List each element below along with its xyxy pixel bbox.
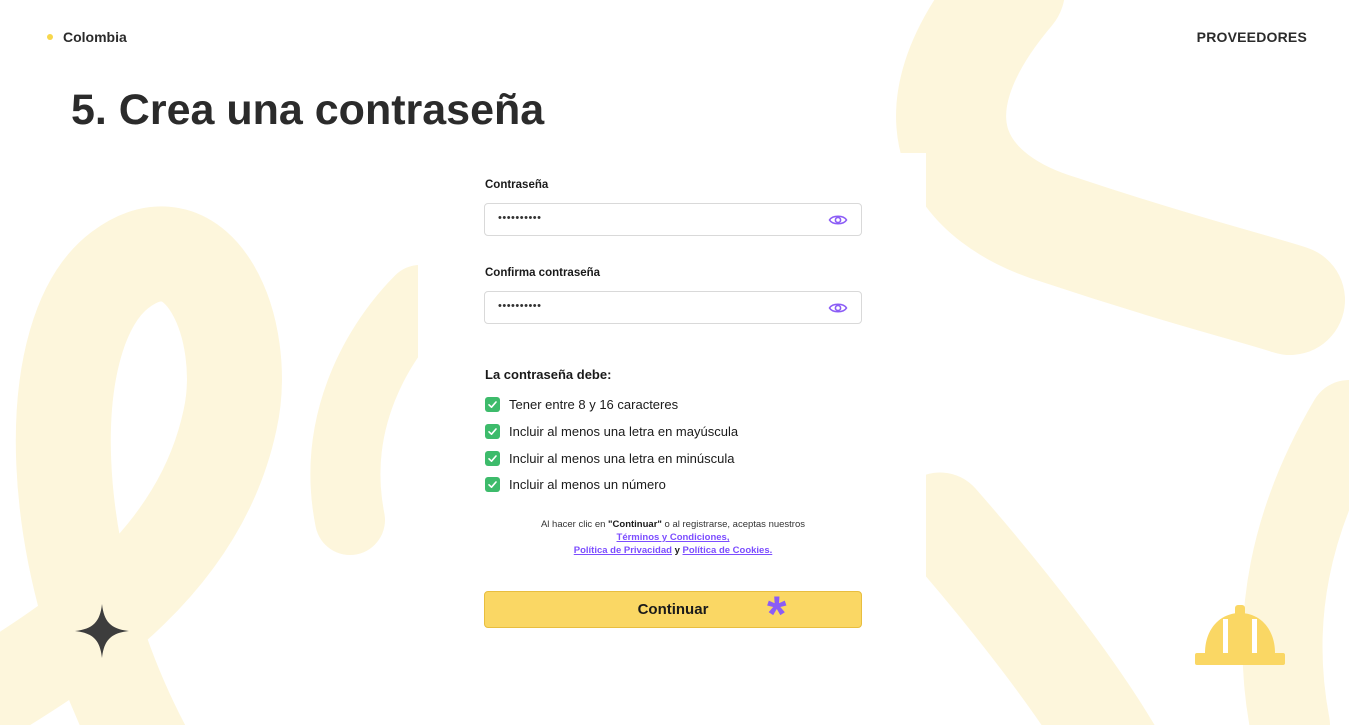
requirement-item: Tener entre 8 y 16 caracteres bbox=[485, 397, 678, 412]
confirm-password-label: Confirma contraseña bbox=[485, 267, 601, 279]
requirement-text: Incluir al menos una letra en mayúscula bbox=[509, 424, 739, 439]
country-dot-icon bbox=[47, 34, 53, 40]
cookies-link[interactable]: Política de Cookies. bbox=[683, 545, 773, 556]
password-form-card: Contraseña •••••••••• Confirma contraseñ… bbox=[418, 153, 926, 666]
confirm-password-field[interactable]: •••••••••• bbox=[484, 291, 862, 324]
checkbox-checked-icon bbox=[485, 397, 500, 412]
hard-hat-icon bbox=[1195, 605, 1285, 665]
legal-line-3: Política de Privacidad y Política de Coo… bbox=[573, 545, 773, 556]
legal-line-1: Al hacer clic en "Continuar" o al regist… bbox=[540, 519, 806, 530]
requirement-item: Incluir al menos una letra en mayúscula bbox=[485, 424, 738, 439]
eye-icon[interactable] bbox=[828, 300, 848, 316]
top-bar: Colombia PROVEEDORES bbox=[0, 0, 1349, 72]
legal-notice: Al hacer clic en "Continuar" o al regist… bbox=[478, 518, 868, 557]
requirement-item: Incluir al menos una letra en minúscula bbox=[485, 451, 734, 466]
requirement-text: Incluir al menos una letra en minúscula bbox=[509, 451, 735, 466]
legal-line-2: Términos y Condiciones, bbox=[478, 531, 868, 544]
requirements-title: La contraseña debe: bbox=[485, 367, 612, 382]
country-label: Colombia bbox=[63, 29, 127, 45]
page-title: 5. Crea una contraseña bbox=[71, 86, 545, 134]
checkbox-checked-icon bbox=[485, 424, 500, 439]
country-indicator: Colombia bbox=[47, 29, 127, 45]
password-field[interactable]: •••••••••• bbox=[484, 203, 862, 236]
terms-link[interactable]: Términos y Condiciones, bbox=[617, 532, 730, 543]
section-label: PROVEEDORES bbox=[1196, 29, 1307, 45]
eye-icon[interactable] bbox=[828, 212, 848, 228]
sparkle-icon bbox=[75, 604, 129, 658]
legal-continue-word: "Continuar" bbox=[608, 519, 662, 530]
password-value: •••••••••• bbox=[498, 212, 542, 224]
confirm-password-value: •••••••••• bbox=[498, 300, 542, 312]
asterisk-icon: * bbox=[767, 586, 787, 642]
checkbox-checked-icon bbox=[485, 451, 500, 466]
checkbox-checked-icon bbox=[485, 477, 500, 492]
requirement-text: Tener entre 8 y 16 caracteres bbox=[509, 397, 679, 412]
privacy-link[interactable]: Política de Privacidad bbox=[574, 545, 672, 556]
requirement-item: Incluir al menos un número bbox=[485, 477, 666, 492]
requirement-text: Incluir al menos un número bbox=[509, 477, 666, 492]
continue-button[interactable]: Continuar bbox=[484, 591, 862, 628]
password-label: Contraseña bbox=[485, 179, 549, 191]
